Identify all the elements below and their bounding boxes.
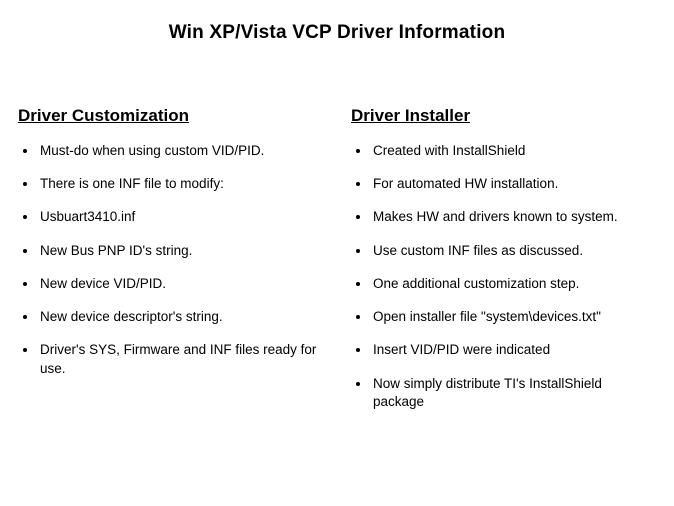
column-heading: Driver Installer <box>351 106 656 126</box>
bullet-list: Must-do when using custom VID/PID. There… <box>18 142 323 378</box>
list-item: New Bus PNP ID's string. <box>38 242 323 260</box>
list-item: Use custom INF files as discussed. <box>371 242 656 260</box>
list-item: Must-do when using custom VID/PID. <box>38 142 323 160</box>
slide-container: Win XP/Vista VCP Driver Information Driv… <box>0 0 674 456</box>
list-item: Usbuart3410.inf <box>38 208 323 226</box>
list-item: Insert VID/PID were indicated <box>371 341 656 359</box>
column-customization: Driver Customization Must-do when using … <box>18 106 323 426</box>
list-item: New device descriptor's string. <box>38 308 323 326</box>
column-installer: Driver Installer Created with InstallShi… <box>351 106 656 426</box>
list-item: Open installer file "system\devices.txt" <box>371 308 656 326</box>
list-item: There is one INF file to modify: <box>38 175 323 193</box>
list-item: For automated HW installation. <box>371 175 656 193</box>
list-item: One additional customization step. <box>371 275 656 293</box>
list-item: Created with InstallShield <box>371 142 656 160</box>
list-item: Driver's SYS, Firmware and INF files rea… <box>38 341 323 377</box>
column-heading: Driver Customization <box>18 106 323 126</box>
columns-wrapper: Driver Customization Must-do when using … <box>18 106 656 426</box>
page-title: Win XP/Vista VCP Driver Information <box>18 22 656 44</box>
list-item: New device VID/PID. <box>38 275 323 293</box>
bullet-list: Created with InstallShield For automated… <box>351 142 656 411</box>
list-item: Makes HW and drivers known to system. <box>371 208 656 226</box>
list-item: Now simply distribute TI's InstallShield… <box>371 375 656 411</box>
